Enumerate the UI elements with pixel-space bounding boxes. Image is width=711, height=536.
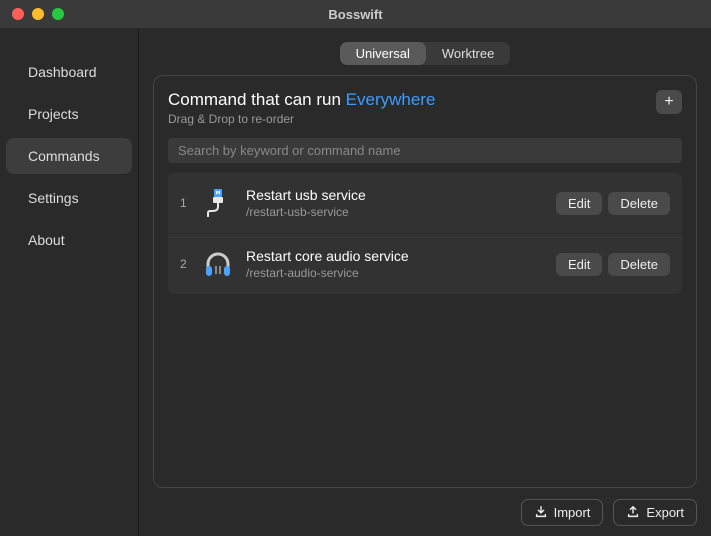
- titlebar: Bosswift: [0, 0, 711, 28]
- sidebar: Dashboard Projects Commands Settings Abo…: [0, 28, 139, 536]
- add-command-button[interactable]: +: [656, 90, 682, 114]
- tab-universal[interactable]: Universal: [340, 42, 426, 65]
- plus-icon: +: [664, 93, 673, 111]
- command-row[interactable]: 2 Restart core audio service: [168, 234, 682, 294]
- sidebar-item-commands[interactable]: Commands: [6, 138, 132, 174]
- footer: Import Export: [139, 488, 711, 536]
- fullscreen-icon[interactable]: [52, 8, 64, 20]
- sidebar-item-dashboard[interactable]: Dashboard: [6, 54, 132, 90]
- edit-button[interactable]: Edit: [556, 192, 602, 215]
- import-button[interactable]: Import: [521, 499, 604, 526]
- minimize-icon[interactable]: [32, 8, 44, 20]
- command-path: /restart-usb-service: [246, 205, 544, 219]
- export-button[interactable]: Export: [613, 499, 697, 526]
- command-list: 1 Restart usb service: [168, 173, 682, 294]
- tab-bar: Universal Worktree: [153, 42, 697, 65]
- window-controls: [0, 8, 64, 20]
- main: Universal Worktree Command that can run …: [139, 28, 711, 536]
- export-label: Export: [646, 505, 684, 520]
- import-label: Import: [554, 505, 591, 520]
- panel-title: Command that can run Everywhere: [168, 90, 435, 110]
- import-icon: [534, 505, 548, 519]
- close-icon[interactable]: [12, 8, 24, 20]
- sidebar-item-projects[interactable]: Projects: [6, 96, 132, 132]
- usb-icon: [202, 187, 234, 219]
- export-icon: [626, 505, 640, 519]
- row-index: 2: [180, 257, 190, 271]
- search-input[interactable]: [168, 138, 682, 163]
- sidebar-item-settings[interactable]: Settings: [6, 180, 132, 216]
- delete-button[interactable]: Delete: [608, 192, 670, 215]
- command-name: Restart core audio service: [246, 248, 544, 264]
- tab-worktree[interactable]: Worktree: [426, 42, 511, 65]
- commands-panel: Command that can run Everywhere Drag & D…: [153, 75, 697, 488]
- panel-title-prefix: Command that can run: [168, 90, 346, 109]
- command-row[interactable]: 1 Restart usb service: [168, 173, 682, 234]
- command-name: Restart usb service: [246, 187, 544, 203]
- row-index: 1: [180, 196, 190, 210]
- panel-title-scope[interactable]: Everywhere: [346, 90, 436, 109]
- window-title: Bosswift: [0, 7, 711, 22]
- headphones-icon: [202, 248, 234, 280]
- command-path: /restart-audio-service: [246, 266, 544, 280]
- panel-subtitle: Drag & Drop to re-order: [168, 112, 435, 126]
- edit-button[interactable]: Edit: [556, 253, 602, 276]
- delete-button[interactable]: Delete: [608, 253, 670, 276]
- sidebar-item-about[interactable]: About: [6, 222, 132, 258]
